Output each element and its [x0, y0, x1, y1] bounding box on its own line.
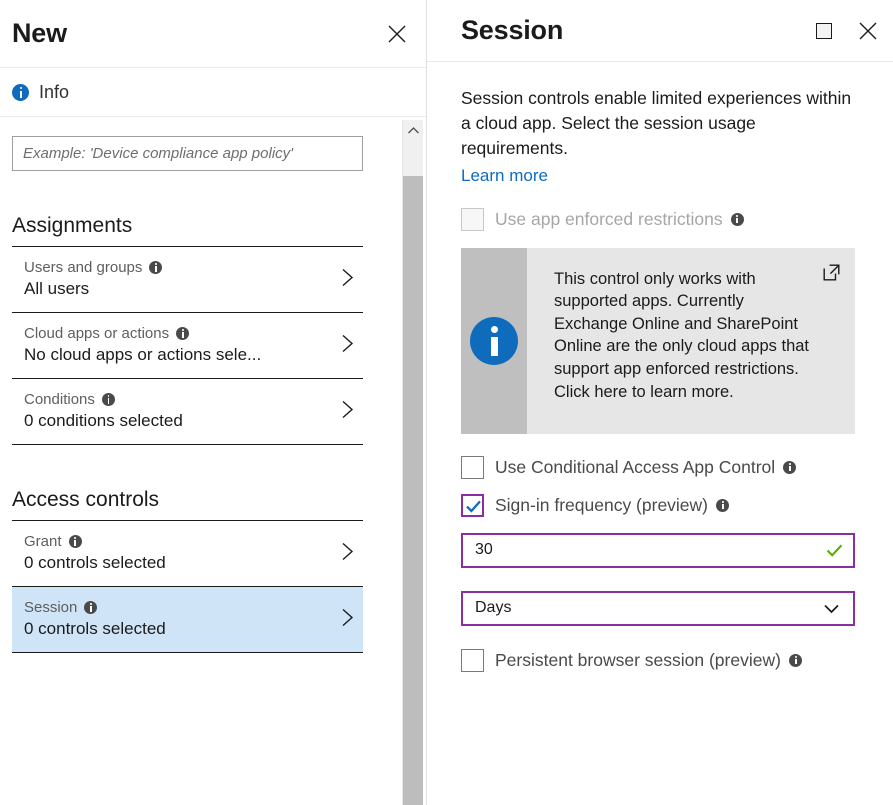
nav-row-value: No cloud apps or actions sele... — [24, 345, 262, 364]
session-panel: Session Session controls enable limited … — [427, 0, 893, 805]
page-title: New — [12, 18, 67, 48]
info-icon[interactable] — [68, 535, 82, 548]
policy-name-field[interactable] — [12, 136, 363, 171]
session-panel-body: Session controls enable limited experien… — [427, 62, 893, 672]
info-bar[interactable]: Info — [0, 68, 426, 117]
chevron-down-icon[interactable] — [822, 602, 844, 615]
new-policy-panel: New Info Assignments User — [0, 0, 427, 805]
nav-row-label: Cloud apps or actions — [24, 325, 170, 342]
nav-row-label: Conditions — [24, 391, 95, 408]
chevron-right-icon — [339, 330, 357, 361]
persistent-browser-session-label: Persistent browser session (preview) — [495, 649, 781, 670]
close-icon[interactable] — [382, 19, 412, 49]
chevron-right-icon — [339, 538, 357, 569]
section-heading-access-controls: Access controls — [12, 488, 160, 511]
policy-name-input[interactable] — [23, 145, 352, 162]
maximize-icon[interactable] — [809, 16, 839, 46]
app-enforced-restrictions-checkbox — [461, 207, 484, 231]
app-enforced-restrictions-label: Use app enforced restrictions — [495, 208, 723, 229]
nav-row-conditions[interactable]: Conditions 0 conditions selected — [12, 379, 363, 444]
nav-row-value: 0 controls selected — [24, 553, 166, 572]
info-icon[interactable] — [716, 498, 730, 512]
nav-row-session[interactable]: Session 0 controls selected — [12, 587, 363, 652]
sign-in-frequency-unit-value: Days — [475, 599, 512, 617]
info-bar-label: Info — [39, 81, 70, 102]
chevron-right-icon — [339, 396, 357, 427]
session-description: Session controls enable limited experien… — [461, 88, 852, 158]
checkmark-icon — [466, 500, 481, 513]
nav-row-label: Users and groups — [24, 259, 143, 276]
chevron-right-icon — [339, 264, 357, 295]
scrollbar-thumb[interactable] — [403, 176, 423, 805]
session-panel-header: Session — [427, 0, 893, 62]
chevron-up-icon[interactable] — [403, 120, 423, 140]
nav-row-value: 0 controls selected — [24, 619, 166, 638]
sign-in-frequency-value-field[interactable]: 30 — [461, 532, 855, 568]
info-icon[interactable] — [101, 393, 115, 406]
nav-row-cloud-apps-or-actions[interactable]: Cloud apps or actions No cloud apps or a… — [12, 313, 363, 378]
info-circle-icon — [12, 83, 29, 101]
nav-row-value: 0 conditions selected — [24, 411, 183, 430]
conditional-access-policy-window: New Info Assignments User — [0, 0, 893, 805]
sign-in-frequency-value[interactable]: 30 — [475, 541, 825, 559]
sign-in-frequency-unit-select[interactable]: Days — [461, 590, 855, 626]
sign-in-frequency-checkbox[interactable] — [461, 493, 484, 517]
section-heading-assignments: Assignments — [12, 214, 133, 237]
nav-row-value: All users — [24, 279, 90, 298]
divider — [12, 652, 363, 653]
nav-row-users-and-groups[interactable]: Users and groups All users — [12, 247, 363, 312]
info-icon[interactable] — [783, 460, 797, 474]
info-icon[interactable] — [176, 327, 190, 340]
info-callout-text: This control only works with supported a… — [554, 269, 810, 401]
info-circle-icon — [470, 316, 518, 365]
external-link-icon[interactable] — [823, 264, 840, 286]
info-callout: This control only works with supported a… — [461, 247, 855, 434]
vertical-scrollbar[interactable] — [402, 120, 423, 805]
learn-more-link[interactable]: Learn more — [461, 166, 548, 186]
persistent-browser-session-checkbox[interactable] — [461, 648, 484, 672]
sign-in-frequency-label: Sign-in frequency (preview) — [495, 494, 709, 515]
divider — [12, 444, 363, 445]
checkbox-row-persistent-browser-session[interactable]: Persistent browser session (preview) — [461, 648, 861, 672]
new-policy-scroll-area: Assignments Users and groups All users — [0, 118, 426, 805]
close-icon[interactable] — [853, 16, 883, 46]
nav-row-label: Grant — [24, 533, 62, 550]
info-icon[interactable] — [149, 261, 163, 274]
session-panel-title: Session — [461, 15, 564, 45]
checkbox-row-sign-in-frequency[interactable]: Sign-in frequency (preview) — [461, 493, 861, 517]
checkbox-row-app-enforced-restrictions: Use app enforced restrictions — [461, 207, 861, 231]
chevron-right-icon — [339, 604, 357, 635]
checkmark-icon — [825, 541, 844, 560]
checkbox-row-cas-app-control[interactable]: Use Conditional Access App Control — [461, 455, 861, 479]
cas-app-control-checkbox[interactable] — [461, 455, 484, 479]
nav-row-grant[interactable]: Grant 0 controls selected — [12, 521, 363, 586]
info-icon[interactable] — [788, 653, 802, 667]
nav-row-label: Session — [24, 599, 78, 616]
info-icon[interactable] — [730, 212, 744, 226]
new-policy-header: New — [0, 0, 426, 68]
info-icon[interactable] — [84, 601, 98, 614]
cas-app-control-label: Use Conditional Access App Control — [495, 456, 776, 477]
